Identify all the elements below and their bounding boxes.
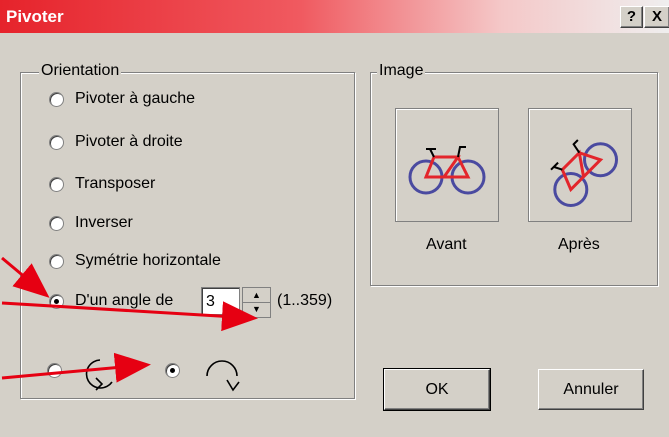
annotation-arrows	[1, 256, 258, 383]
arrow-to-direction	[1, 352, 151, 383]
arrow-to-spinner	[1, 301, 258, 332]
arrow-to-angle-radio	[1, 256, 50, 298]
